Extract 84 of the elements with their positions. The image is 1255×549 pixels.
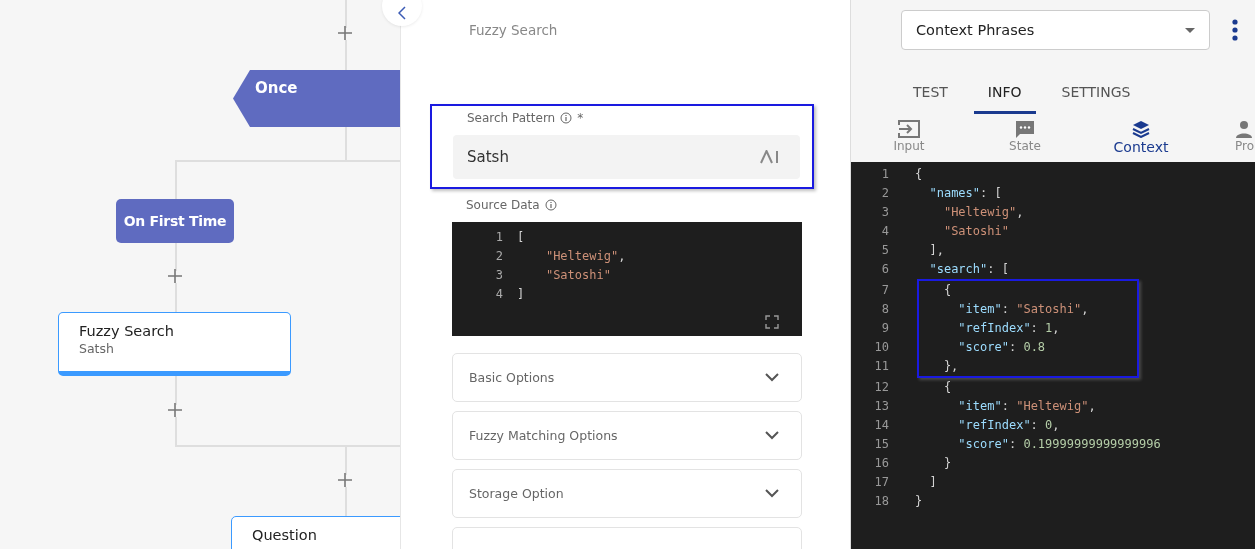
info-icon <box>544 199 557 211</box>
info-icon <box>560 112 573 124</box>
code-line: "score": 0.19999999999999996 <box>957 436 1161 453</box>
chevron-left-icon <box>398 6 406 20</box>
line-number: 1 <box>494 229 504 246</box>
context-dropdown[interactable]: Context Phrases <box>901 10 1210 50</box>
branch-node[interactable]: On First Time <box>116 199 234 243</box>
section-title: Fuzzy Matching Options <box>469 428 618 443</box>
plus-icon[interactable] <box>338 473 352 487</box>
line-number: 4 <box>494 286 504 303</box>
chat-bubble-icon <box>1015 120 1035 138</box>
code-line: ] <box>928 474 937 491</box>
code-line: ] <box>517 286 525 303</box>
section-title: Basic Options <box>469 370 555 385</box>
code-line: "item": "Satoshi", <box>957 301 1089 318</box>
line-number: 13 <box>873 398 890 415</box>
expand-icon[interactable] <box>765 315 779 329</box>
layers-icon <box>1132 120 1150 138</box>
line-number: 6 <box>880 261 890 278</box>
code-line: { <box>942 379 952 396</box>
code-line: [ <box>517 229 525 246</box>
field-label: Source Data <box>466 198 540 212</box>
plus-icon[interactable] <box>338 26 352 40</box>
accordion-panel[interactable]: Fuzzy Matching Options <box>452 411 802 460</box>
line-number: 2 <box>880 185 890 202</box>
line-number: 12 <box>873 379 890 396</box>
section-title: Storage Option <box>469 486 564 501</box>
code-line: "names": [ <box>928 185 1002 202</box>
tab[interactable]: TEST <box>899 74 962 114</box>
input-icon <box>898 120 920 138</box>
line-number: 1 <box>880 166 890 183</box>
line-number: 7 <box>880 282 890 299</box>
code-line: "refIndex": 1, <box>957 320 1060 337</box>
line-number: 18 <box>873 493 890 510</box>
accordion-panel[interactable]: Storage Option <box>452 469 802 518</box>
code-line: "item": "Heltewig", <box>957 398 1096 415</box>
field-label: Search Pattern <box>467 111 556 125</box>
code-line: "Satoshi" <box>942 223 1009 240</box>
line-number: 8 <box>880 301 890 318</box>
line-number: 9 <box>880 320 890 337</box>
trigger-node[interactable]: Once <box>233 70 400 127</box>
code-line: "score": 0.8 <box>957 339 1046 356</box>
flow-node[interactable]: Fuzzy Search Satsh <box>58 312 291 376</box>
code-line: "search": [ <box>928 261 1009 278</box>
line-number: 2 <box>494 248 504 265</box>
code-line: "refIndex": 0, <box>957 417 1060 434</box>
node-type-label: Fuzzy Search <box>469 22 559 40</box>
line-number: 10 <box>873 339 890 356</box>
flow-node[interactable]: Question <box>231 516 400 549</box>
code-line: "Heltewig", <box>942 204 1024 221</box>
code-line: { <box>942 282 952 299</box>
code-line: } <box>942 455 952 472</box>
line-number: 15 <box>873 436 890 453</box>
line-number: 17 <box>873 474 890 491</box>
code-line: } <box>915 493 923 510</box>
line-number: 5 <box>880 242 890 259</box>
tab[interactable]: SETTINGS <box>1047 74 1145 114</box>
line-number: 11 <box>873 358 890 375</box>
sub-tab[interactable]: Context <box>1083 120 1199 162</box>
ai-icon <box>760 150 780 164</box>
node-subtitle: Satsh <box>79 341 115 356</box>
more-menu-icon[interactable] <box>1232 19 1238 41</box>
dropdown-caret-icon <box>1185 27 1195 33</box>
line-number: 4 <box>880 223 890 240</box>
code-line: { <box>915 166 923 183</box>
code-line: "Heltewig", <box>544 248 626 265</box>
code-editor[interactable]: 1 [ 2 "Heltewig", 3 "Satoshi" 4 ] <box>452 222 802 336</box>
person-icon <box>1235 120 1253 138</box>
line-number: 3 <box>880 204 890 221</box>
required-mark: * <box>577 111 584 125</box>
line-number: 14 <box>873 417 890 434</box>
code-line: ], <box>928 242 944 259</box>
node-title: Once <box>255 79 298 97</box>
line-number: 3 <box>494 267 504 284</box>
plus-icon[interactable] <box>168 403 182 417</box>
accordion-panel[interactable]: Basic Options <box>452 353 802 402</box>
node-title: Fuzzy Search <box>79 323 175 339</box>
plus-icon[interactable] <box>168 269 182 283</box>
line-number: 16 <box>873 455 890 472</box>
tab[interactable]: INFO <box>973 74 1036 114</box>
node-title: Question <box>252 527 318 543</box>
code-line: "Satoshi" <box>544 267 611 284</box>
code-line: }, <box>942 358 959 375</box>
search-pattern-field[interactable]: Satsh <box>453 135 800 179</box>
